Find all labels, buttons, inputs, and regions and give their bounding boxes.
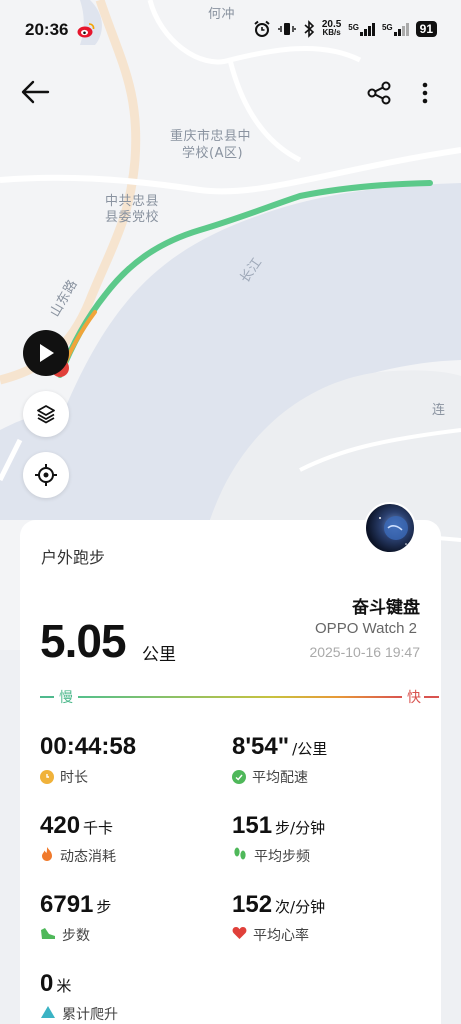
layers-icon — [37, 405, 55, 424]
elevation-value: 0 — [40, 970, 54, 997]
calories-value: 420 — [40, 812, 81, 839]
heart-icon — [232, 926, 247, 944]
steps-unit: 步 — [96, 898, 112, 916]
calories-label: 动态消耗 — [60, 849, 116, 865]
map-label-school-2: 学校(A区) — [182, 146, 244, 161]
more-button[interactable] — [414, 78, 436, 108]
pace-legend-slow: 慢 — [59, 690, 73, 706]
vibrate-icon — [278, 23, 296, 35]
status-bar: 20:36 20.5 KB/s 5G 5G 91 — [0, 0, 461, 60]
arrow-left-icon — [21, 80, 50, 104]
metric-duration: 00:44:58 时长 — [40, 733, 136, 787]
metric-elevation: 0米 累计爬升 — [40, 970, 118, 1024]
device-name: OPPO Watch 2 — [315, 620, 417, 637]
pace-gradient — [78, 696, 402, 698]
duration-value: 00:44:58 — [40, 733, 137, 760]
heart-rate-unit: 次/分钟 — [275, 898, 326, 916]
cadence-unit: 步/分钟 — [275, 819, 326, 837]
map-label-lian: 连 — [432, 403, 446, 418]
map-label-party-1: 中共忠县 — [105, 194, 160, 209]
share-button[interactable] — [364, 78, 394, 108]
cadence-label: 平均步频 — [254, 849, 310, 865]
play-track-button[interactable] — [23, 330, 69, 376]
alarm-icon — [254, 20, 270, 37]
battery-indicator: 91 — [415, 21, 437, 37]
flame-icon — [40, 846, 54, 866]
distance-unit: 公里 — [142, 645, 176, 665]
distance-value: 5.05 — [40, 615, 127, 667]
signal-1-label: 5G — [348, 22, 359, 32]
user-avatar[interactable] — [364, 502, 416, 554]
play-icon — [40, 344, 54, 362]
signal-2-label: 5G — [381, 22, 393, 32]
metric-steps: 6791 步 步数 — [40, 891, 111, 945]
signal-1: 5G — [348, 22, 375, 36]
steps-value: 6791 — [40, 891, 94, 918]
mountain-icon — [40, 1005, 56, 1023]
metric-cadence: 151 步/分钟 平均步频 — [232, 812, 325, 866]
avg-pace-value: 8'54" — [232, 733, 290, 760]
user-name: 奋斗键盘 — [352, 598, 420, 618]
elevation-unit: 米 — [56, 977, 72, 995]
weibo-icon — [77, 23, 95, 38]
pace-legend-slow-line — [40, 696, 54, 698]
shoe-icon — [40, 926, 56, 944]
status-time: 20:36 — [25, 20, 69, 39]
pace-legend: 慢 快 — [40, 687, 439, 707]
avg-pace-label: 平均配速 — [252, 770, 308, 786]
steps-label: 步数 — [62, 928, 90, 944]
metric-calories: 420 千卡 动态消耗 — [40, 812, 116, 866]
workout-datetime: 2025-10-16 19:47 — [309, 644, 420, 660]
workout-summary-card: 户外跑步 奋斗键盘 OPPO Watch 2 2025-10-16 19:47 … — [20, 520, 441, 1024]
status-right-cluster: 20.5 KB/s 5G 5G 91 — [253, 20, 437, 38]
signal-2: 5G — [381, 22, 409, 36]
activity-type: 户外跑步 — [41, 548, 106, 567]
heart-rate-label: 平均心率 — [253, 928, 309, 944]
locate-button[interactable] — [23, 452, 69, 498]
duration-label: 时长 — [60, 770, 88, 786]
layers-button[interactable] — [23, 391, 69, 437]
pace-icon — [232, 770, 246, 784]
back-button[interactable] — [18, 76, 54, 108]
bluetooth-icon — [304, 20, 314, 38]
heart-rate-value: 152 — [232, 891, 273, 918]
net-speed: 20.5 KB/s — [322, 20, 341, 37]
avg-pace-unit: /公里 — [292, 740, 328, 758]
more-vertical-icon — [422, 82, 428, 104]
net-speed-unit: KB/s — [322, 28, 341, 37]
cadence-value: 151 — [232, 812, 273, 839]
metric-heart-rate: 152 次/分钟 平均心率 — [232, 891, 325, 945]
footprints-icon — [232, 846, 248, 866]
stopwatch-icon — [40, 770, 54, 784]
map-label-school-1: 重庆市忠县中 — [170, 129, 252, 144]
calories-unit: 千卡 — [83, 819, 114, 837]
elevation-label: 累计爬升 — [62, 1007, 118, 1023]
locate-icon — [35, 464, 57, 486]
metric-avg-pace: 8'54"/公里 平均配速 — [232, 733, 327, 787]
map-label-party-2: 县委党校 — [105, 210, 160, 225]
share-icon — [367, 81, 391, 105]
pace-legend-fast-line — [424, 696, 439, 698]
pace-legend-fast: 快 — [407, 690, 421, 706]
